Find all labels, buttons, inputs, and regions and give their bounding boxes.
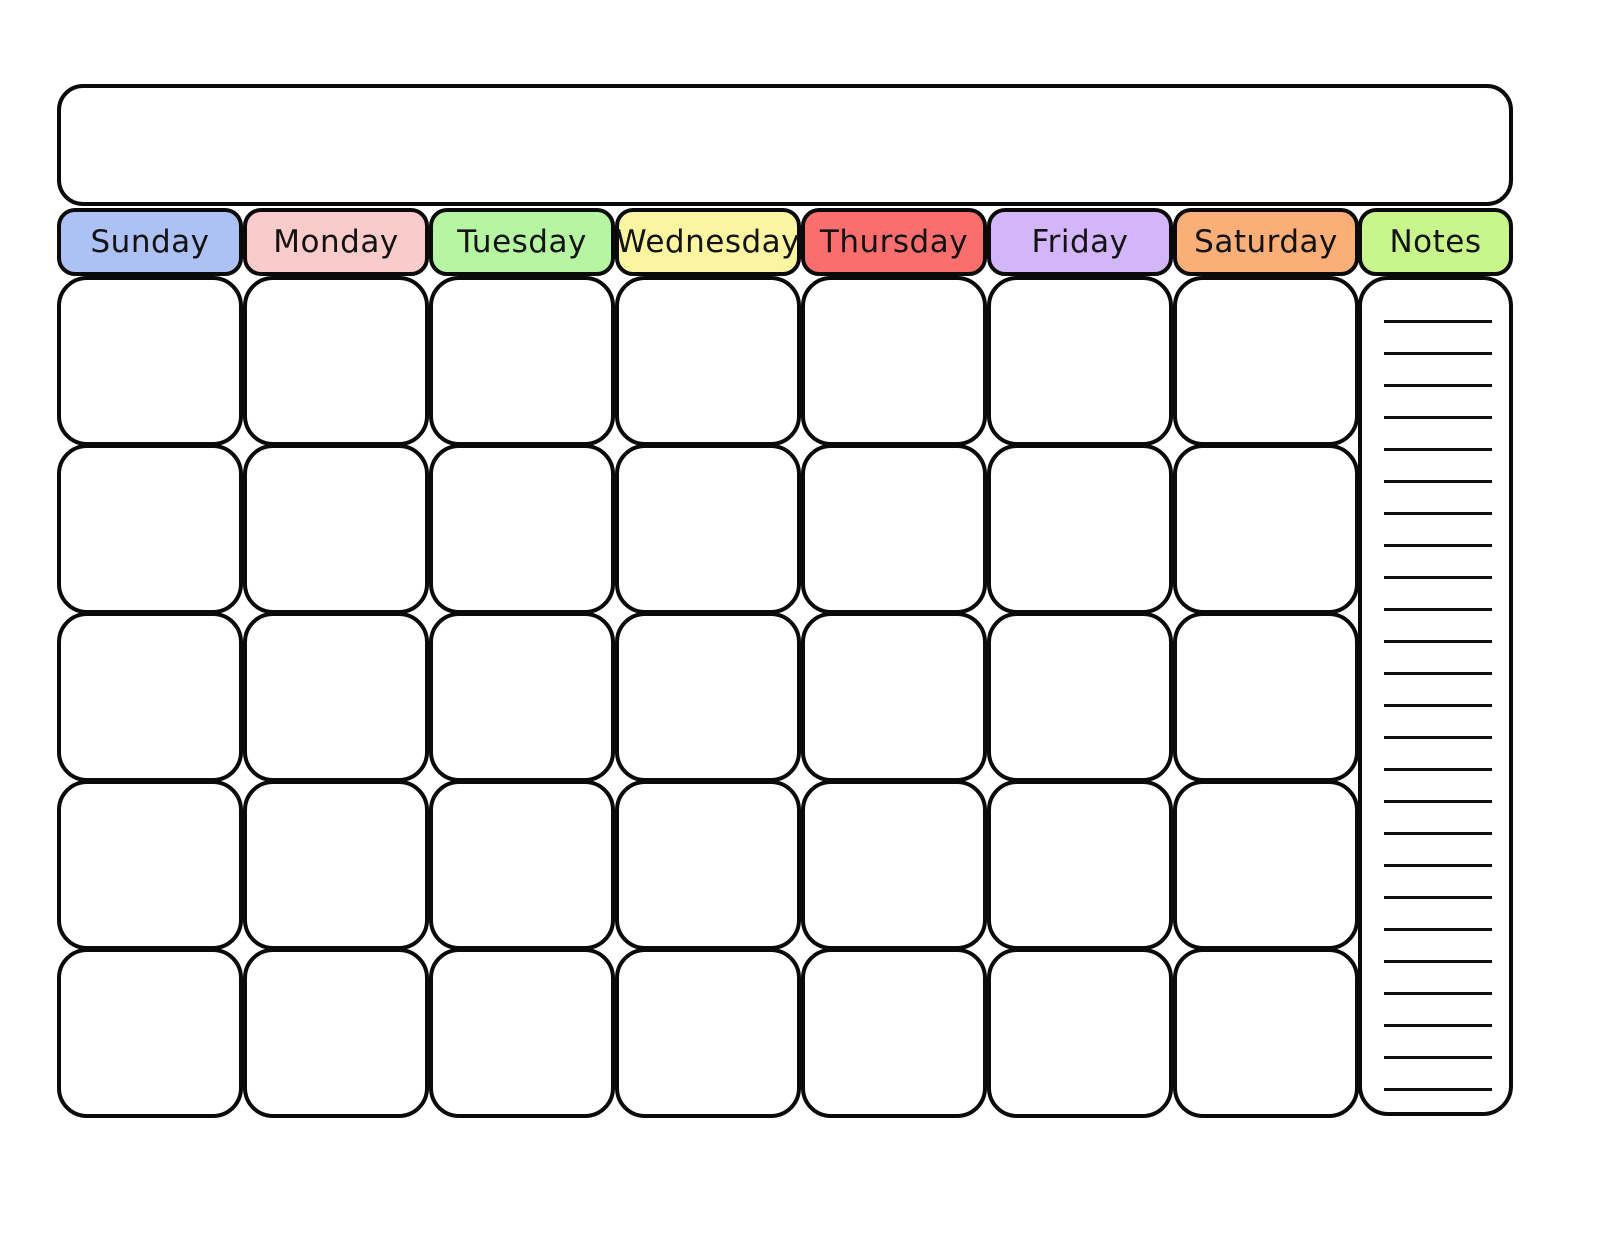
day-cell-sunday-week1[interactable] — [57, 276, 243, 446]
weekday-header-sunday: Sunday — [57, 208, 243, 276]
day-cell-monday-week5[interactable] — [243, 948, 429, 1118]
day-cell-monday-week2[interactable] — [243, 444, 429, 614]
day-cell-grid — [57, 276, 1359, 1118]
notes-line[interactable] — [1384, 704, 1492, 707]
day-cell-thursday-week4[interactable] — [801, 780, 987, 950]
day-cell-tuesday-week3[interactable] — [429, 612, 615, 782]
day-cell-sunday-week2[interactable] — [57, 444, 243, 614]
notes-line[interactable] — [1384, 672, 1492, 675]
day-cell-monday-week4[interactable] — [243, 780, 429, 950]
weekday-header-label: Saturday — [1194, 224, 1338, 260]
calendar-page: Sunday Monday Tuesday Wednesday Thursday Frid… — [0, 0, 1600, 1236]
notes-line[interactable] — [1384, 928, 1492, 931]
weekday-header-row: Sunday Monday Tuesday Wednesday Thursday Frid… — [57, 208, 1513, 276]
day-cell-sunday-week4[interactable] — [57, 780, 243, 950]
day-cell-wednesday-week2[interactable] — [615, 444, 801, 614]
weekday-header-label: Wednesday — [616, 224, 800, 260]
day-cell-saturday-week4[interactable] — [1173, 780, 1359, 950]
weekday-header-label: Sunday — [90, 224, 210, 260]
notes-line[interactable] — [1384, 544, 1492, 547]
notes-line[interactable] — [1384, 480, 1492, 483]
day-cell-tuesday-week4[interactable] — [429, 780, 615, 950]
weekday-header-thursday: Thursday — [801, 208, 987, 276]
day-cell-tuesday-week2[interactable] — [429, 444, 615, 614]
day-cell-friday-week2[interactable] — [987, 444, 1173, 614]
weekday-header-notes: Notes — [1358, 208, 1513, 276]
notes-column[interactable] — [1358, 276, 1513, 1116]
notes-line[interactable] — [1384, 896, 1492, 899]
day-cell-thursday-week5[interactable] — [801, 948, 987, 1118]
notes-line[interactable] — [1384, 352, 1492, 355]
notes-line[interactable] — [1384, 832, 1492, 835]
day-cell-monday-week3[interactable] — [243, 612, 429, 782]
day-cell-thursday-week3[interactable] — [801, 612, 987, 782]
notes-lines — [1362, 280, 1509, 1112]
notes-line[interactable] — [1384, 512, 1492, 515]
notes-line[interactable] — [1384, 800, 1492, 803]
day-cell-wednesday-week1[interactable] — [615, 276, 801, 446]
notes-line[interactable] — [1384, 1088, 1492, 1091]
weekday-header-label: Tuesday — [457, 224, 587, 260]
notes-line[interactable] — [1384, 1056, 1492, 1059]
day-cell-wednesday-week3[interactable] — [615, 612, 801, 782]
day-cell-sunday-week5[interactable] — [57, 948, 243, 1118]
day-cell-saturday-week1[interactable] — [1173, 276, 1359, 446]
day-cell-saturday-week3[interactable] — [1173, 612, 1359, 782]
notes-line[interactable] — [1384, 320, 1492, 323]
notes-line[interactable] — [1384, 960, 1492, 963]
day-cell-monday-week1[interactable] — [243, 276, 429, 446]
day-cell-friday-week4[interactable] — [987, 780, 1173, 950]
day-cell-thursday-week2[interactable] — [801, 444, 987, 614]
notes-line[interactable] — [1384, 736, 1492, 739]
weekday-header-wednesday: Wednesday — [615, 208, 801, 276]
month-title-bar[interactable] — [57, 84, 1513, 206]
weekday-header-monday: Monday — [243, 208, 429, 276]
notes-line[interactable] — [1384, 640, 1492, 643]
notes-line[interactable] — [1384, 448, 1492, 451]
weekday-header-saturday: Saturday — [1173, 208, 1359, 276]
day-cell-saturday-week5[interactable] — [1173, 948, 1359, 1118]
weekday-header-friday: Friday — [987, 208, 1173, 276]
day-cell-tuesday-week5[interactable] — [429, 948, 615, 1118]
weekday-header-label: Thursday — [819, 224, 969, 260]
day-cell-wednesday-week5[interactable] — [615, 948, 801, 1118]
notes-line[interactable] — [1384, 768, 1492, 771]
day-cell-wednesday-week4[interactable] — [615, 780, 801, 950]
day-cell-tuesday-week1[interactable] — [429, 276, 615, 446]
notes-line[interactable] — [1384, 416, 1492, 419]
day-cell-thursday-week1[interactable] — [801, 276, 987, 446]
notes-line[interactable] — [1384, 384, 1492, 387]
weekday-header-label: Friday — [1031, 224, 1129, 260]
weekday-header-label: Monday — [273, 224, 399, 260]
notes-line[interactable] — [1384, 576, 1492, 579]
day-cell-sunday-week3[interactable] — [57, 612, 243, 782]
notes-line[interactable] — [1384, 992, 1492, 995]
weekday-header-label: Notes — [1389, 224, 1482, 260]
day-cell-friday-week1[interactable] — [987, 276, 1173, 446]
day-cell-saturday-week2[interactable] — [1173, 444, 1359, 614]
notes-line[interactable] — [1384, 1024, 1492, 1027]
notes-line[interactable] — [1384, 864, 1492, 867]
day-cell-friday-week5[interactable] — [987, 948, 1173, 1118]
weekday-header-tuesday: Tuesday — [429, 208, 615, 276]
notes-line[interactable] — [1384, 608, 1492, 611]
day-cell-friday-week3[interactable] — [987, 612, 1173, 782]
